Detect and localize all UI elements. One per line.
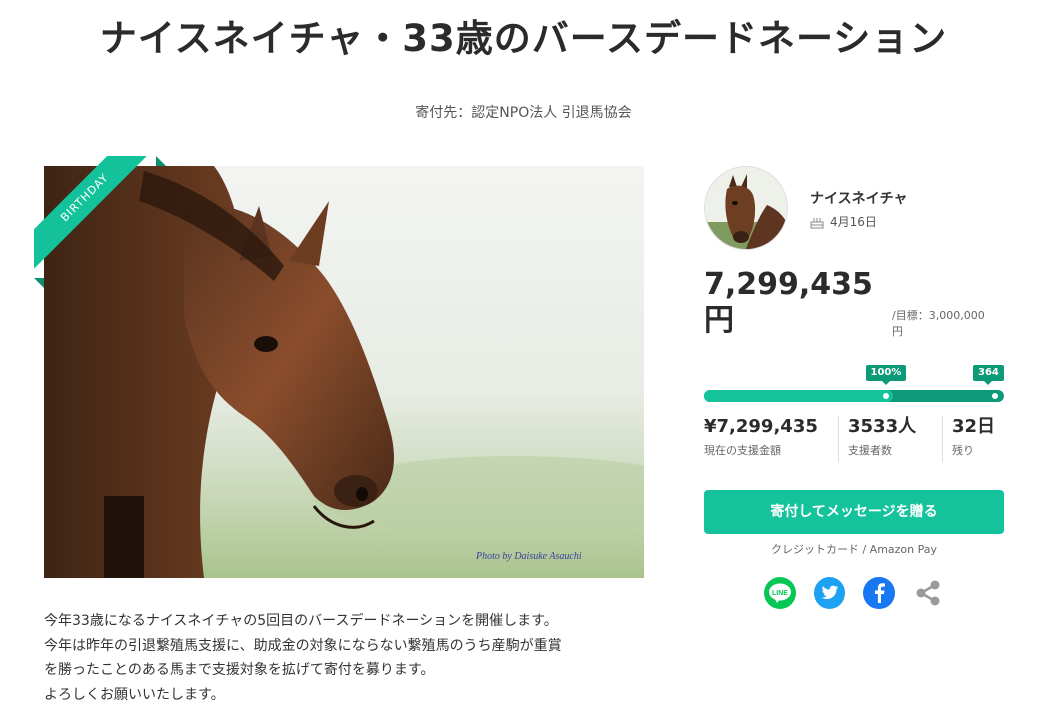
cake-icon xyxy=(810,215,824,229)
donate-button[interactable]: 寄付してメッセージを贈る xyxy=(704,490,1004,534)
project-description: 今年33歳になるナイスネイチャの5回目のバースデードネーションを開催します。 今… xyxy=(44,609,664,707)
facebook-share-button[interactable] xyxy=(863,577,895,609)
progress-fill xyxy=(704,390,893,402)
facebook-icon xyxy=(874,583,885,603)
birthday-row: 4月16日 xyxy=(810,213,877,230)
stat-value: 32日 xyxy=(952,416,996,437)
line-icon: LINE xyxy=(769,583,791,603)
birthday-ribbon: BIRTHDAY xyxy=(34,156,174,296)
twitter-share-button[interactable] xyxy=(814,577,846,609)
stats-row: ¥7,299,435 現在の支援金額 3533人 支援者数 32日 残り xyxy=(704,416,1004,462)
line-icon-label: LINE xyxy=(772,590,788,597)
birthday-date: 4月16日 xyxy=(830,215,877,229)
horse-name[interactable]: ナイスネイチャ xyxy=(810,188,907,208)
goal-unit: 円 xyxy=(892,325,903,338)
generic-share-button[interactable] xyxy=(913,577,944,609)
progress-bar xyxy=(704,390,1004,402)
birthday-ribbon-label: BIRTHDAY xyxy=(34,156,163,276)
share-buttons: LINE xyxy=(764,577,944,609)
days-badge: 364 xyxy=(973,365,1004,385)
stat-days-left: 32日 残り xyxy=(942,416,1004,462)
description-line: 今年33歳になるナイスネイチャの5回目のバースデードネーションを開催します。 xyxy=(44,613,558,629)
stat-label: 現在の支援金額 xyxy=(704,444,781,457)
raised-amount: 7,299,435 円 xyxy=(704,267,874,339)
payment-methods: クレジットカード / Amazon Pay xyxy=(770,543,938,556)
line-share-button[interactable]: LINE xyxy=(764,577,796,609)
description-line: よろしくお願いいたします。 xyxy=(44,686,225,703)
elapsed-marker xyxy=(992,393,998,399)
stat-label: 残り xyxy=(952,444,974,457)
donation-panel: ナイスネイチャ 4月16日 7,299,435 円 /目標：3,000,000 … xyxy=(704,166,1004,666)
photo-credit: Photo by Daisuke Asauchi xyxy=(475,551,582,562)
twitter-icon xyxy=(821,585,838,599)
page-title: ナイスネイチャ・33歳のバースデードネーション xyxy=(99,17,948,60)
raised-amount-unit: 円 xyxy=(704,303,734,338)
share-icon xyxy=(916,580,940,606)
stat-value: 3533人 xyxy=(848,416,917,437)
progress-marker xyxy=(883,393,889,399)
stat-supporters: 3533人 支援者数 xyxy=(838,416,942,462)
stat-label: 支援者数 xyxy=(848,444,892,457)
avatar[interactable] xyxy=(704,166,788,250)
goal-amount: /目標：3,000,000 円 xyxy=(892,308,1002,340)
horse-avatar-image xyxy=(705,167,787,249)
raised-amount-number: 7,299,435 xyxy=(704,267,873,302)
beneficiary-label[interactable]: 寄付先：認定NPO法人 引退馬協会 xyxy=(0,102,1047,122)
goal-label: /目標：3,000,000 xyxy=(892,309,985,322)
stat-value: ¥7,299,435 xyxy=(704,416,818,437)
description-line: 今年は昨年の引退繋殖馬支援に、助成金の対象にならない繋殖馬のうち産駒が重賞 xyxy=(44,637,562,654)
description-line: を勝ったことのある馬まで支援対象を拡げて寄付を募ります。 xyxy=(44,662,435,678)
progress-percent-badge: 100% xyxy=(865,365,907,385)
stat-amount: ¥7,299,435 現在の支援金額 xyxy=(704,416,838,462)
